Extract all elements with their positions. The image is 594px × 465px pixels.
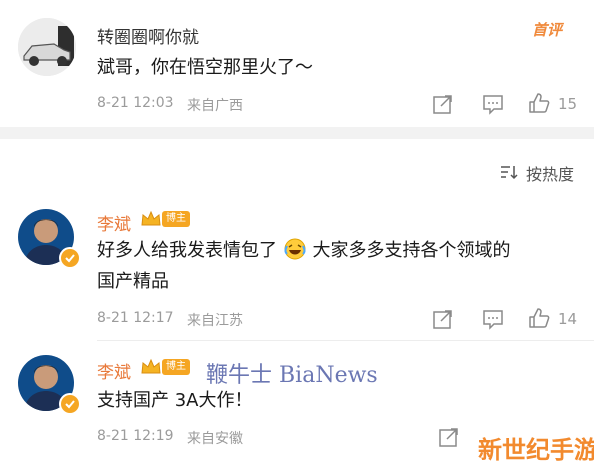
verified-badge-1 [59, 247, 81, 269]
site-watermark-text: 新世纪手游 [478, 436, 594, 464]
first-comment-badge-label: 首评 [532, 21, 563, 39]
reply-date: 8-21 12:03 [97, 95, 174, 111]
comment-location-1: 来自江苏 [187, 313, 243, 329]
crown-icon-2 [140, 358, 162, 376]
comment-icon [483, 95, 503, 115]
car-avatar-icon [18, 18, 76, 76]
sort-icon [501, 166, 518, 180]
comment-text-1a: 好多人给我发表情包了 大家多多支持各个领域的 [97, 236, 510, 265]
blogger-badge-1: 博主 [162, 211, 190, 227]
thumbs-up-icon [529, 93, 550, 113]
comment-icon [483, 310, 503, 330]
share-icon [439, 428, 458, 447]
share-button[interactable] [438, 426, 460, 448]
comment-like-count-1: 14 [558, 310, 578, 328]
avatar-car[interactable] [18, 18, 76, 76]
sort-label: 按热度 [526, 165, 575, 184]
comment-text-1-part1: 好多人给我发表情包了 [97, 240, 277, 261]
share-icon [433, 310, 452, 329]
bianews-watermark: 鞭牛士 BiaNews [206, 363, 378, 388]
verified-badge-2 [59, 393, 81, 415]
share-button[interactable] [432, 93, 454, 115]
reply-location: 来自广西 [187, 98, 243, 114]
laughing-crying-emoji-icon [284, 238, 306, 260]
crown-icon-1 [140, 210, 162, 228]
verified-icon [65, 400, 75, 409]
comment-date-1: 8-21 12:17 [97, 310, 174, 326]
comment-button[interactable] [482, 93, 504, 115]
comment-location-2: 来自安徽 [187, 431, 243, 447]
thumbs-up-icon [529, 308, 550, 328]
share-icon [433, 95, 452, 114]
reply-username[interactable]: 转圈圈啊你就 [97, 23, 199, 48]
first-comment-badge: 首评 [532, 19, 578, 41]
reply-text: 斌哥，你在悟空那里火了～ [97, 57, 313, 78]
section-divider [0, 127, 594, 139]
comment-text-1-part2: 大家多多支持各个领域的 [312, 240, 511, 261]
site-watermark: 新世纪手游 [478, 430, 594, 465]
comment-date-2: 8-21 12:19 [97, 428, 174, 444]
blogger-badge-2: 博主 [162, 359, 190, 375]
comment-username-1[interactable]: 李斌 [97, 210, 131, 235]
comment-username-2[interactable]: 李斌 [97, 358, 131, 383]
comment-button[interactable] [482, 308, 504, 330]
share-button[interactable] [432, 308, 454, 330]
reply-like-count: 15 [558, 95, 578, 113]
like-button[interactable] [528, 92, 550, 114]
comment-separator [97, 340, 594, 341]
comment-text-1b: 国产精品 [97, 271, 169, 292]
verified-icon [65, 254, 75, 263]
like-button[interactable] [528, 307, 550, 329]
comment-text-2: 支持国产 3A大作！ [97, 390, 253, 411]
